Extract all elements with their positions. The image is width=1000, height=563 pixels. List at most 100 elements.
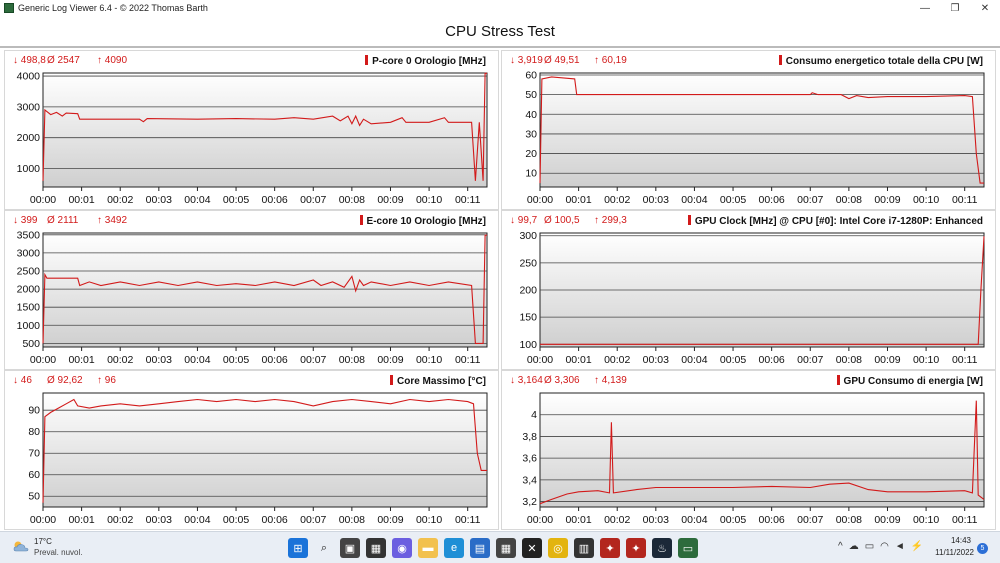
x-tick-label: 00:11 <box>455 194 481 206</box>
x-tick-label: 00:05 <box>720 514 746 526</box>
x-tick-label: 00:02 <box>107 194 133 206</box>
y-tick-label: 30 <box>525 128 537 140</box>
x-tick-label: 00:01 <box>68 514 94 526</box>
log-viewer-icon[interactable]: ▭ <box>678 538 698 558</box>
chevron-up-icon[interactable]: ^ <box>838 541 843 552</box>
x-tick-label: 00:00 <box>30 514 56 526</box>
x-tick-label: 00:08 <box>339 354 365 366</box>
x-tick-label: 00:10 <box>913 514 939 526</box>
panel-title: Consumo energetico totale della CPU [W] <box>779 55 983 67</box>
y-tick-label: 4 <box>531 409 537 421</box>
start-icon[interactable]: ⊞ <box>288 538 308 558</box>
widgets-icon[interactable]: ▦ <box>366 538 386 558</box>
line-chart: 4000 3000 2000 1000 00:00 00:01 00:02 00:03 00:0… <box>17 71 488 206</box>
power-icon[interactable]: ⚡ <box>911 541 923 552</box>
y-tick-label: 1000 <box>17 320 41 332</box>
panel-title: GPU Consumo di energia [W] <box>837 375 983 387</box>
task-view-icon[interactable]: ▣ <box>340 538 360 558</box>
x-tick-label: 00:00 <box>527 194 553 206</box>
y-tick-label: 150 <box>519 312 537 324</box>
chat-icon[interactable]: ◉ <box>392 538 412 558</box>
y-tick-label: 3,8 <box>522 431 537 443</box>
x-tick-label: 00:05 <box>223 354 249 366</box>
x-tick-label: 00:09 <box>377 194 403 206</box>
y-tick-label: 70 <box>28 448 40 460</box>
restore-button[interactable]: ❐ <box>940 0 970 16</box>
x-tick-label: 00:03 <box>146 194 172 206</box>
x-tick-label: 00:05 <box>223 514 249 526</box>
stat-max: ↑ 4,139 <box>594 375 627 386</box>
y-tick-label: 60 <box>525 69 537 81</box>
stat-max: ↑ 3492 <box>97 215 128 226</box>
x-tick-label: 00:07 <box>797 194 823 206</box>
y-tick-label: 500 <box>22 338 40 350</box>
x-tick-label: 00:01 <box>565 194 591 206</box>
wifi-icon[interactable]: ◠ <box>880 541 889 552</box>
x-tick-label: 00:05 <box>720 354 746 366</box>
xbox-icon[interactable]: ✕ <box>522 538 542 558</box>
x-tick-label: 00:09 <box>874 194 900 206</box>
stat-average: Ø 3,306 <box>544 375 580 386</box>
volume-icon[interactable]: ◄ <box>895 541 905 552</box>
battery-icon[interactable]: ▭ <box>865 541 874 552</box>
file-explorer-icon[interactable]: ▬ <box>418 538 438 558</box>
x-tick-label: 00:05 <box>720 194 746 206</box>
x-tick-label: 00:11 <box>455 354 481 366</box>
panel-header: ↓ 3,919 Ø 49,51 ↑ 60,19 Consumo energetico … <box>502 51 995 69</box>
y-tick-label: 3000 <box>17 101 41 113</box>
plot-area <box>539 392 985 508</box>
chart-panel: ↓ 498,8 Ø 2547 ↑ 4090 P-core 0 Orologio [MH… <box>4 50 499 210</box>
y-tick-label: 3500 <box>17 229 41 241</box>
x-tick-label: 00:06 <box>759 194 785 206</box>
clock-date[interactable]: 11/11/2022 <box>932 548 974 557</box>
y-tick-label: 1000 <box>17 163 41 175</box>
x-tick-label: 00:09 <box>377 354 403 366</box>
x-tick-label: 00:04 <box>184 514 210 526</box>
panel-title: P-core 0 Orologio [MHz] <box>365 55 486 67</box>
x-tick-label: 00:03 <box>146 354 172 366</box>
x-tick-label: 00:01 <box>565 354 591 366</box>
y-tick-label: 3000 <box>17 247 41 259</box>
plot-area <box>42 232 488 348</box>
x-tick-label: 00:06 <box>262 354 288 366</box>
y-tick-label: 20 <box>525 148 537 160</box>
y-tick-label: 2500 <box>17 266 41 278</box>
app-icon[interactable]: ✦ <box>626 538 646 558</box>
x-tick-label: 00:07 <box>300 354 326 366</box>
taskbar: 17°C Preval. nuvol. ⊞ ⌕ ▣ ▦ ◉ ▬ e ▤ ▦ ✕ ◎ ▥ ✦ ✦ ♨ ▭ ^ ☁… <box>0 531 1000 563</box>
stat-min: ↓ 46 <box>13 375 32 386</box>
calculator-icon[interactable]: ▦ <box>496 538 516 558</box>
notification-badge[interactable]: 5 <box>977 543 988 554</box>
stat-min: ↓ 3,164 <box>510 375 543 386</box>
x-tick-label: 00:10 <box>416 514 442 526</box>
y-tick-label: 4000 <box>17 71 41 83</box>
weather-description[interactable]: Preval. nuvol. <box>34 548 82 557</box>
chrome-icon[interactable]: ◎ <box>548 538 568 558</box>
y-tick-label: 100 <box>519 339 537 351</box>
clock-time[interactable]: 14:43 <box>941 536 971 545</box>
x-tick-label: 00:11 <box>952 514 978 526</box>
panel-title: E-core 10 Orologio [MHz] <box>360 215 486 227</box>
app-icon[interactable]: ✦ <box>600 538 620 558</box>
x-tick-label: 00:08 <box>836 194 862 206</box>
x-tick-label: 00:01 <box>68 354 94 366</box>
close-button[interactable]: ✕ <box>970 0 1000 16</box>
weather-temperature[interactable]: 17°C <box>34 537 52 546</box>
panel-header: ↓ 399 Ø 2111 ↑ 3492 E-core 10 Orologio [MHz… <box>5 211 498 229</box>
x-tick-label: 00:04 <box>681 514 707 526</box>
hwinfo-icon[interactable]: ▥ <box>574 538 594 558</box>
y-tick-label: 90 <box>28 405 40 417</box>
y-tick-label: 3,6 <box>522 453 537 465</box>
line-chart: 4 3,8 3,6 3,4 3,2 00:00 00:01 00:02 00:03 00:04 00… <box>522 392 985 526</box>
steam-icon[interactable]: ♨ <box>652 538 672 558</box>
x-tick-label: 00:04 <box>184 354 210 366</box>
stat-max: ↑ 299,3 <box>594 215 627 226</box>
search-icon[interactable]: ⌕ <box>314 538 334 558</box>
x-tick-label: 00:00 <box>30 194 56 206</box>
store-icon[interactable]: ▤ <box>470 538 490 558</box>
minimize-button[interactable]: — <box>910 0 940 16</box>
panel-title: Core Massimo [°C] <box>390 375 486 387</box>
cloud-icon[interactable] <box>12 539 30 553</box>
cloud-sync-icon[interactable]: ☁ <box>849 541 859 552</box>
edge-icon[interactable]: e <box>444 538 464 558</box>
